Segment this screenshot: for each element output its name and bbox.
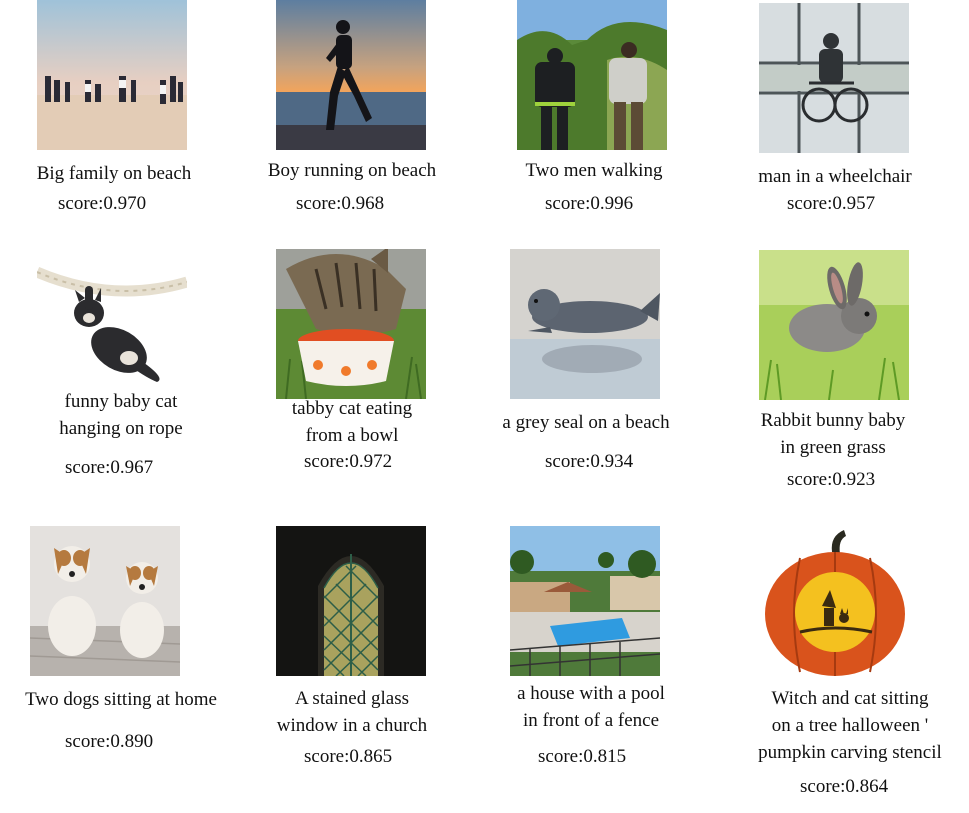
item-score: score:0.923 [787,469,876,490]
item-caption: Two dogs sitting at home [25,689,217,710]
stained-glass-window-image [276,526,426,676]
boy-running-beach-image [276,0,426,150]
grey-seal-image [510,249,660,399]
wheelchair-image [759,3,909,153]
item-score: score:0.890 [65,731,154,752]
item-caption: Rabbit bunny baby in green grass [760,410,906,458]
item-score: score:0.865 [304,746,393,767]
cat-on-rope-image [37,258,187,408]
item-score: score:0.968 [296,193,385,214]
item-caption: Two men walking [525,160,663,181]
item-score: score:0.967 [65,457,154,478]
item-caption: funny baby cat hanging on rope [59,391,183,439]
item-caption: a house with a pool in front of a fence [517,683,665,731]
item-score: score:0.957 [787,193,876,214]
two-men-walking-image [517,0,667,150]
item-caption: Boy running on beach [267,160,437,181]
halloween-pumpkin-image [760,528,910,678]
item-caption: man in a wheelchair [758,166,912,187]
family-beach-image [37,0,187,150]
item-caption: A stained glass window in a church [276,688,428,736]
item-score: score:0.934 [545,451,634,472]
tabby-cat-bowl-image [276,249,426,399]
item-score: score:0.970 [58,193,147,214]
item-score: score:0.972 [304,451,393,472]
item-caption: Big family on beach [36,163,192,184]
two-dogs-image [30,526,180,676]
house-pool-image [510,526,660,676]
item-caption: Witch and cat sitting on a tree hallowee… [758,688,942,763]
item-score: score:0.864 [800,776,889,797]
item-caption: a grey seal on a beach [502,412,670,433]
rabbit-grass-image [759,250,909,400]
item-score: score:0.996 [545,193,634,214]
item-score: score:0.815 [538,746,627,767]
item-caption: tabby cat eating from a bowl [291,398,413,446]
